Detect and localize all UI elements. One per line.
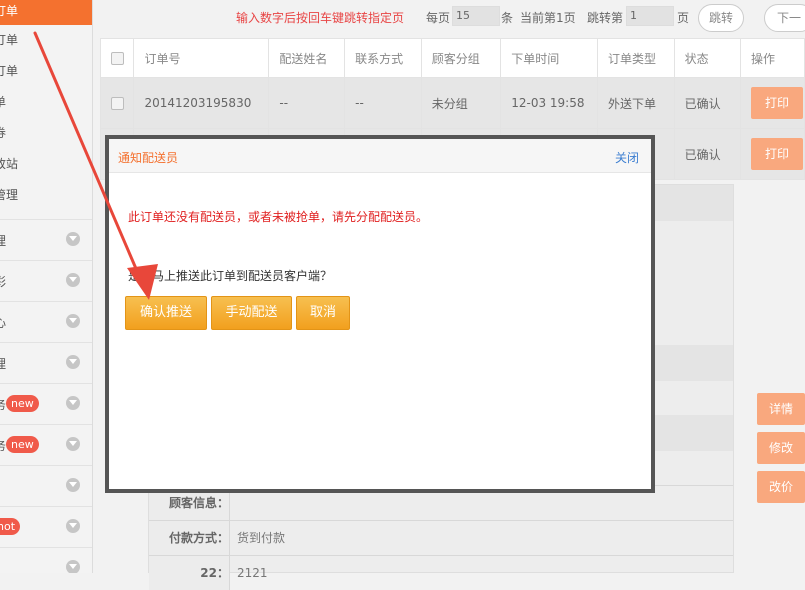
customer-group: 未分组: [420, 77, 502, 129]
select-all-header: [99, 38, 135, 78]
action-cell: 打印: [740, 128, 805, 180]
chevron-down-icon: [66, 273, 80, 287]
sidebar-menu-item[interactable]: 务 new: [0, 383, 92, 423]
chevron-down-icon: [66, 396, 80, 410]
column-header: 操作: [740, 38, 805, 78]
jump-label: 跳转第: [587, 11, 624, 25]
pagination-bar: 输入数字后按回车键跳转指定页 每页 15 条 当前第1页 跳转第 1 页 跳转 …: [93, 0, 805, 36]
sidebar-menu-item[interactable]: hot: [0, 506, 92, 546]
order-number: 20141203195830: [133, 77, 270, 129]
confirm-push-button[interactable]: 确认推送: [125, 296, 207, 330]
sidebar-item-label: 订单: [0, 4, 19, 18]
jump-button[interactable]: 跳转: [698, 4, 744, 32]
per-page-label: 每页: [426, 11, 451, 25]
select-all-checkbox[interactable]: [111, 52, 124, 65]
change-price-button[interactable]: 改价: [757, 471, 805, 503]
page-unit: 页: [677, 11, 690, 25]
sidebar-subitem[interactable]: 单: [0, 87, 92, 118]
table-header-row: 订单号 配送姓名 联系方式 顾客分组 下单时间 订单类型 状态 操作: [99, 38, 805, 78]
column-header: 顾客分组: [420, 38, 502, 78]
close-link[interactable]: 关闭: [615, 149, 639, 166]
cancel-button[interactable]: 取消: [296, 296, 350, 330]
print-button[interactable]: 打印: [751, 138, 803, 170]
per-page-input[interactable]: 15: [452, 6, 500, 26]
table-row[interactable]: 20141203195830 -- -- 未分组 12-03 19:58 外送下…: [99, 77, 805, 129]
sidebar-menu-item[interactable]: 务 new: [0, 424, 92, 464]
sidebar-menu-item[interactable]: [0, 547, 92, 573]
details-button[interactable]: 详情: [757, 393, 805, 425]
dialog-question-text: 是否马上推送此订单到配送员客户端？: [128, 269, 333, 283]
delivery-name: --: [268, 77, 346, 129]
action-cell: 打印: [740, 77, 805, 129]
detail-key: 付款方式：: [149, 521, 230, 555]
hot-badge: hot: [0, 518, 21, 535]
sidebar-subitem[interactable]: 券: [0, 118, 92, 149]
chevron-down-icon: [66, 232, 80, 246]
dialog-title: 通知配送员: [118, 151, 179, 165]
sidebar-subitem[interactable]: 管理: [0, 180, 92, 211]
chevron-down-icon: [66, 560, 80, 573]
jump-page-input[interactable]: 1: [626, 6, 674, 26]
order-time: 12-03 19:58: [500, 77, 599, 129]
column-header: 订单号: [133, 38, 270, 78]
current-page-text: 当前第1页: [520, 11, 576, 25]
print-button[interactable]: 打印: [751, 87, 803, 119]
column-header: 联系方式: [344, 38, 422, 78]
sidebar-menu-item[interactable]: 心: [0, 301, 92, 341]
detail-key: 22：: [149, 556, 230, 590]
sidebar-menu-item[interactable]: 彩: [0, 260, 92, 300]
contact: --: [344, 77, 422, 129]
chevron-down-icon: [66, 519, 80, 533]
per-page-unit: 条: [501, 11, 514, 25]
order-status: 已确认: [673, 128, 742, 180]
column-header: 状态: [673, 38, 742, 78]
column-header: 配送姓名: [268, 38, 346, 78]
detail-row: 付款方式： 货到付款: [149, 520, 733, 555]
chevron-down-icon: [66, 478, 80, 492]
detail-value: 货到付款: [237, 531, 286, 545]
column-header: 订单类型: [597, 38, 675, 78]
sidebar-menu-item[interactable]: 理: [0, 219, 92, 259]
sidebar-subitem[interactable]: 订单: [0, 56, 92, 87]
chevron-down-icon: [66, 314, 80, 328]
sidebar-item-active[interactable]: 订单: [0, 0, 92, 25]
new-badge: new: [6, 395, 39, 412]
sidebar: 订单 订单 订单 单 券 改站 管理 理 彩 心 理 务 new 务 new h…: [0, 0, 93, 573]
next-page-button[interactable]: 下一: [764, 4, 805, 32]
pagination-hint: 输入数字后按回车键跳转指定页: [236, 11, 405, 25]
row-checkbox[interactable]: [111, 97, 124, 110]
order-type: 外送下单: [597, 77, 675, 129]
manual-delivery-button[interactable]: 手动配送: [211, 296, 292, 330]
row-select-cell: [99, 77, 135, 129]
dialog-header: 通知配送员 关闭: [109, 139, 651, 173]
column-header: 下单时间: [500, 38, 599, 78]
sidebar-menu-item[interactable]: 理: [0, 342, 92, 382]
sidebar-subitem[interactable]: 改站: [0, 149, 92, 180]
edit-button[interactable]: 修改: [757, 432, 805, 464]
dialog-warning-text: 此订单还没有配送员，或者未被抢单，请先分配配送员。: [128, 210, 429, 224]
sidebar-subitem[interactable]: 订单: [0, 25, 92, 56]
new-badge: new: [6, 436, 39, 453]
notify-courier-dialog: 通知配送员 关闭 此订单还没有配送员，或者未被抢单，请先分配配送员。 是否马上推…: [105, 135, 655, 493]
detail-value: 2121: [237, 566, 268, 580]
sidebar-menu-item[interactable]: [0, 465, 92, 505]
chevron-down-icon: [66, 437, 80, 451]
chevron-down-icon: [66, 355, 80, 369]
order-status: 已确认: [673, 77, 742, 129]
